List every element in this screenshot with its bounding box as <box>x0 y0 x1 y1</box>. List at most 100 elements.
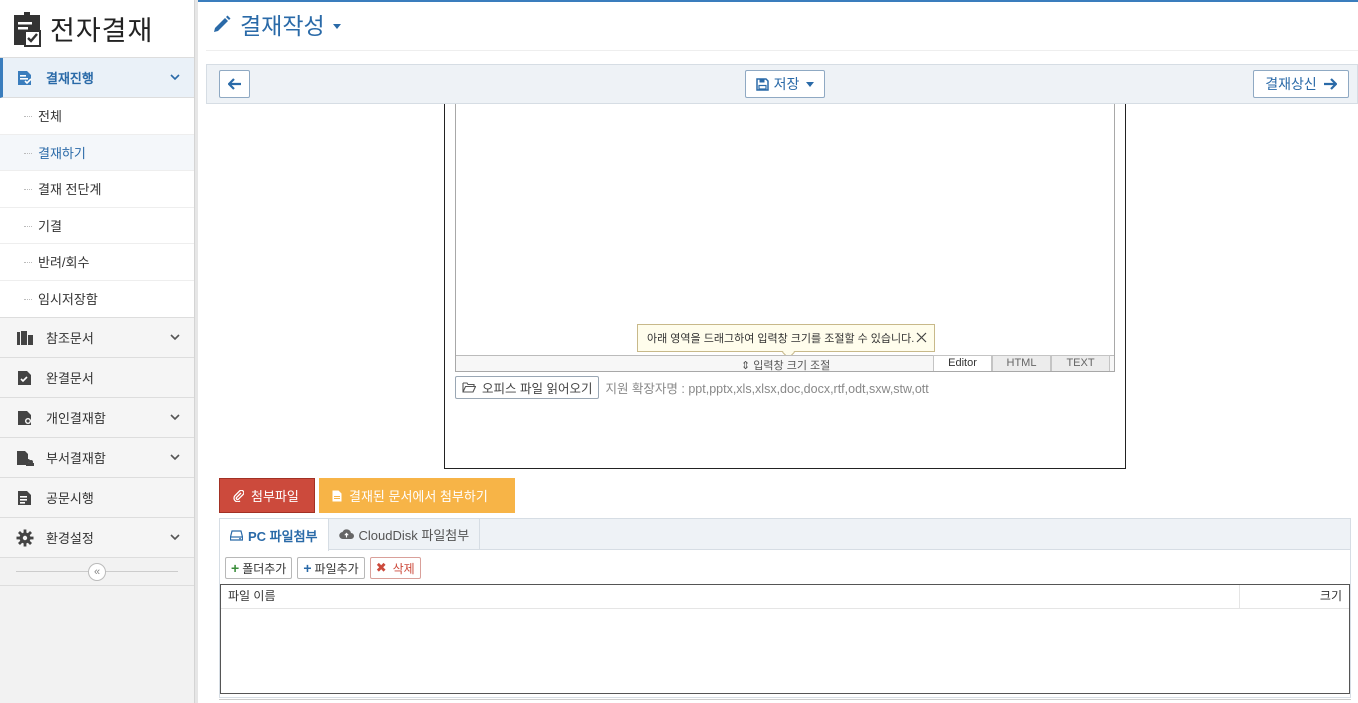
floppy-disk-icon <box>755 77 769 91</box>
add-folder-button[interactable]: + 폴더추가 <box>225 557 293 579</box>
submenu-item-rejected[interactable]: 반려/회수 <box>0 244 194 281</box>
sidebar-collapse-button[interactable]: « <box>88 562 106 581</box>
close-icon: ✖ <box>375 560 387 575</box>
attachment-tabs: 첨부파일 결재된 문서에서 첨부하기 <box>219 478 515 513</box>
add-folder-label: 폴더추가 <box>242 561 287 576</box>
up-down-arrow-icon: ⇕ <box>741 360 751 372</box>
attachment-panel: PC 파일첨부 CloudDisk 파일첨부 + 폴더추가 + 파일추가 ✖ 삭… <box>219 518 1351 698</box>
sidebar-collapse-row: « <box>0 558 194 586</box>
submenu-item-approve[interactable]: 결재하기 <box>0 134 194 171</box>
approval-progress-icon <box>16 69 34 87</box>
submenu-item-drafts[interactable]: 임시저장함 <box>0 281 194 318</box>
chevron-down-icon <box>170 534 180 541</box>
gear-icon <box>16 529 34 547</box>
official-docs-icon <box>16 489 34 507</box>
plus-icon: + <box>303 560 312 576</box>
office-file-import-button[interactable]: 오피스 파일 읽어오기 <box>455 376 600 399</box>
supported-extensions-text: 지원 확장자명 : ppt,pptx,xls,xlsx,doc,docx,rtf… <box>605 382 929 396</box>
tab-attach-from-approved-docs[interactable]: 결재된 문서에서 첨부하기 <box>319 478 515 513</box>
tab-clouddisk-upload[interactable]: CloudDisk 파일첨부 <box>329 519 481 550</box>
submenu-item-approved[interactable]: 기결 <box>0 208 194 244</box>
tab-pc-upload-label: PC 파일첨부 <box>248 528 318 544</box>
menu-official-docs[interactable]: 공문시행 <box>0 478 194 518</box>
hard-drive-icon <box>230 529 243 541</box>
file-table-header: 파일 이름 크기 <box>221 585 1349 609</box>
app-title: 전자결재 <box>50 16 154 47</box>
submit-button-label: 결재상신 <box>1265 76 1317 92</box>
toolbar: 저장 결재상신 <box>206 64 1358 104</box>
menu-label: 참조문서 <box>46 331 94 346</box>
tab-text[interactable]: TEXT <box>1051 355 1110 371</box>
save-button[interactable]: 저장 <box>745 70 825 98</box>
submit-approval-button[interactable]: 결재상신 <box>1253 70 1349 98</box>
menu-settings[interactable]: 환경설정 <box>0 518 194 558</box>
arrow-left-icon <box>227 78 241 90</box>
resize-tooltip: 아래 영역을 드래그하여 입력창 크기를 조절할 수 있습니다. <box>637 324 935 352</box>
add-file-button[interactable]: + 파일추가 <box>297 557 365 579</box>
bottom-divider <box>219 699 1351 700</box>
tab-clouddisk-label: CloudDisk 파일첨부 <box>358 528 470 543</box>
column-file-size[interactable]: 크기 <box>1239 585 1349 608</box>
header-divider <box>206 50 1358 51</box>
save-button-label: 저장 <box>773 76 800 92</box>
tab-attachments-label: 첨부파일 <box>251 489 299 504</box>
office-import-row: 오피스 파일 읽어오기 지원 확장자명 : ppt,pptx,xls,xlsx,… <box>455 376 929 399</box>
paperclip-icon <box>233 489 244 502</box>
add-file-label: 파일추가 <box>314 561 359 576</box>
menu-reference-docs[interactable]: 참조문서 <box>0 318 194 358</box>
submenu-item-all[interactable]: 전체 <box>0 98 194 135</box>
plus-icon: + <box>231 560 240 576</box>
sidebar: 전자결재 결재진행 전체 결재하기 결재 전단계 기결 반려/회수 임시저장함 … <box>0 0 198 703</box>
submenu-approval-progress: 전체 결재하기 결재 전단계 기결 반려/회수 임시저장함 <box>0 98 194 318</box>
attachment-source-tabs: PC 파일첨부 CloudDisk 파일첨부 <box>220 519 1350 551</box>
menu-label: 결재진행 <box>46 71 94 86</box>
menu-department-box[interactable]: 부서결재함 <box>0 438 194 478</box>
delete-button[interactable]: ✖ 삭제 <box>369 557 421 579</box>
file-table[interactable]: 파일 이름 크기 <box>220 584 1350 694</box>
menu-label: 완결문서 <box>46 371 94 386</box>
editor-mode-tabs: Editor HTML TEXT <box>933 355 1110 371</box>
tooltip-text: 아래 영역을 드래그하여 입력창 크기를 조절할 수 있습니다. <box>647 333 915 345</box>
folder-open-icon <box>462 382 476 393</box>
page-header[interactable]: 결재작성 <box>212 8 341 40</box>
tab-from-docs-label: 결재된 문서에서 첨부하기 <box>349 489 488 504</box>
menu-approval-progress[interactable]: 결재진행 <box>0 58 194 98</box>
document-icon <box>332 490 342 501</box>
chevron-down-icon <box>170 334 180 341</box>
resize-handle-label: ⇕ 입력창 크기 조절 <box>741 357 830 373</box>
back-button[interactable] <box>219 70 250 98</box>
tab-html[interactable]: HTML <box>992 355 1051 371</box>
arrow-right-icon <box>1323 78 1337 90</box>
menu-label: 공문시행 <box>46 491 94 506</box>
tab-pc-upload[interactable]: PC 파일첨부 <box>220 519 329 551</box>
submenu-item-pre-approval[interactable]: 결재 전단계 <box>0 171 194 208</box>
page-title: 결재작성 <box>240 14 325 40</box>
office-button-label: 오피스 파일 읽어오기 <box>482 382 593 396</box>
chevron-down-icon <box>170 414 180 421</box>
file-action-buttons: + 폴더추가 + 파일추가 ✖ 삭제 <box>225 557 426 579</box>
personal-box-icon <box>16 409 34 427</box>
menu-completed-docs[interactable]: 완결문서 <box>0 358 194 398</box>
reference-docs-icon <box>16 329 34 347</box>
department-box-icon <box>16 449 34 467</box>
app-brand[interactable]: 전자결재 <box>0 0 194 58</box>
chevron-down-icon <box>170 454 180 461</box>
main-content: 결재작성 저장 결재상신 아래 영역을 드래그하여 입력창 크기를 조절할 수 … <box>198 0 1358 703</box>
menu-label: 부서결재함 <box>46 451 106 466</box>
chevron-down-icon <box>170 74 180 81</box>
top-accent-line <box>198 0 1358 2</box>
tab-editor[interactable]: Editor <box>933 355 992 371</box>
close-icon[interactable] <box>916 332 927 343</box>
menu-label: 개인결재함 <box>46 411 106 426</box>
delete-label: 삭제 <box>392 561 415 576</box>
document-area: 아래 영역을 드래그하여 입력창 크기를 조절할 수 있습니다. ⇕ 입력창 크… <box>444 104 1126 469</box>
editor-resize-handle[interactable]: ⇕ 입력창 크기 조절 Editor HTML TEXT <box>456 355 1114 373</box>
menu-label: 환경설정 <box>46 531 94 546</box>
column-file-name[interactable]: 파일 이름 <box>221 585 1239 608</box>
completed-docs-icon <box>16 369 34 387</box>
caret-down-icon <box>806 81 815 87</box>
rich-text-editor[interactable]: 아래 영역을 드래그하여 입력창 크기를 조절할 수 있습니다. ⇕ 입력창 크… <box>455 104 1115 372</box>
tab-attachments[interactable]: 첨부파일 <box>219 478 315 513</box>
resize-label-text: 입력창 크기 조절 <box>753 360 831 372</box>
menu-personal-box[interactable]: 개인결재함 <box>0 398 194 438</box>
